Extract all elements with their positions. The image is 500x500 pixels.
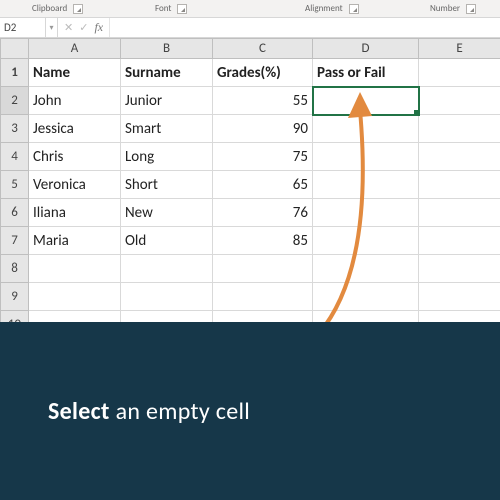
row-header[interactable]: 2 — [1, 87, 29, 115]
spreadsheet: A B C D E 1 Name Surname Grades(%) Pass … — [0, 38, 500, 339]
cell[interactable] — [313, 255, 419, 283]
dialog-launcher-icon[interactable] — [177, 4, 187, 14]
ribbon-group-clipboard: Clipboard — [32, 3, 83, 14]
cell[interactable]: Chris — [29, 143, 121, 171]
instruction-text: an empty cell — [116, 397, 250, 426]
cell[interactable] — [419, 227, 500, 255]
formula-bar-buttons: ✕ ✓ fx — [58, 18, 110, 37]
cell[interactable] — [419, 171, 500, 199]
cell[interactable] — [419, 199, 500, 227]
cell[interactable] — [313, 115, 419, 143]
cell[interactable]: Smart — [121, 115, 213, 143]
name-box[interactable]: D2 — [0, 18, 46, 37]
cell[interactable]: Long — [121, 143, 213, 171]
cell[interactable] — [313, 227, 419, 255]
cell[interactable] — [313, 199, 419, 227]
cell[interactable]: Pass or Fail — [313, 59, 419, 87]
row-header[interactable]: 6 — [1, 199, 29, 227]
instruction-bold: Select — [48, 397, 110, 426]
row-header[interactable]: 5 — [1, 171, 29, 199]
cell[interactable]: 55 — [213, 87, 313, 115]
cell[interactable] — [419, 283, 500, 311]
cell[interactable]: 75 — [213, 143, 313, 171]
cell[interactable] — [419, 59, 500, 87]
dialog-launcher-icon[interactable] — [466, 4, 476, 14]
cell[interactable] — [213, 283, 313, 311]
cell[interactable]: 85 — [213, 227, 313, 255]
row-header[interactable]: 4 — [1, 143, 29, 171]
cell[interactable]: Maria — [29, 227, 121, 255]
cell[interactable] — [121, 255, 213, 283]
select-all-corner[interactable] — [1, 39, 29, 59]
fx-icon[interactable]: fx — [94, 20, 103, 35]
col-header-E[interactable]: E — [419, 39, 500, 59]
dialog-launcher-icon[interactable] — [73, 4, 83, 14]
table-row: 2 John Junior 55 — [1, 87, 500, 115]
table-row: 7 Maria Old 85 — [1, 227, 500, 255]
cell[interactable]: Junior — [121, 87, 213, 115]
formula-bar: D2 ▾ ✕ ✓ fx — [0, 18, 500, 38]
cell[interactable]: Veronica — [29, 171, 121, 199]
ribbon-group-label: Font — [155, 3, 171, 14]
cell[interactable] — [313, 143, 419, 171]
name-box-dropdown-icon[interactable]: ▾ — [46, 18, 58, 37]
dialog-launcher-icon[interactable] — [349, 4, 359, 14]
enter-icon[interactable]: ✓ — [79, 21, 88, 34]
cell[interactable]: 65 — [213, 171, 313, 199]
col-header-C[interactable]: C — [213, 39, 313, 59]
cell[interactable] — [419, 115, 500, 143]
ribbon-group-label: Clipboard — [32, 3, 67, 14]
col-header-B[interactable]: B — [121, 39, 213, 59]
col-header-D[interactable]: D — [313, 39, 419, 59]
cell[interactable]: New — [121, 199, 213, 227]
cell[interactable]: John — [29, 87, 121, 115]
ribbon-group-alignment: Alignment — [305, 3, 359, 14]
instruction-panel: Select an empty cell — [0, 322, 500, 500]
cell[interactable]: Jessica — [29, 115, 121, 143]
ribbon-group-number: Number — [430, 3, 476, 14]
table-row: 4 Chris Long 75 — [1, 143, 500, 171]
cell[interactable] — [313, 283, 419, 311]
cell[interactable] — [121, 283, 213, 311]
cell[interactable] — [29, 283, 121, 311]
cell[interactable] — [213, 255, 313, 283]
cell[interactable] — [419, 143, 500, 171]
cell[interactable]: Name — [29, 59, 121, 87]
grid-table: A B C D E 1 Name Surname Grades(%) Pass … — [0, 38, 500, 339]
cell[interactable]: Grades(%) — [213, 59, 313, 87]
table-row: 8 — [1, 255, 500, 283]
table-row: 9 — [1, 283, 500, 311]
cell[interactable] — [313, 171, 419, 199]
row-header[interactable]: 3 — [1, 115, 29, 143]
cell[interactable]: Iliana — [29, 199, 121, 227]
col-header-A[interactable]: A — [29, 39, 121, 59]
cell[interactable]: Surname — [121, 59, 213, 87]
cell[interactable] — [419, 87, 500, 115]
cell[interactable] — [419, 255, 500, 283]
ribbon-group-label: Number — [430, 3, 460, 14]
formula-input[interactable] — [110, 18, 500, 37]
cancel-icon[interactable]: ✕ — [64, 21, 73, 34]
row-header[interactable]: 9 — [1, 283, 29, 311]
cell[interactable]: 90 — [213, 115, 313, 143]
table-row: 1 Name Surname Grades(%) Pass or Fail — [1, 59, 500, 87]
row-header[interactable]: 7 — [1, 227, 29, 255]
ribbon-group-font: Font — [155, 3, 187, 14]
cell[interactable]: Old — [121, 227, 213, 255]
table-row: 6 Iliana New 76 — [1, 199, 500, 227]
row-header[interactable]: 1 — [1, 59, 29, 87]
ribbon-group-strip: Clipboard Font Alignment Number — [0, 0, 500, 18]
table-row: 5 Veronica Short 65 — [1, 171, 500, 199]
column-header-row: A B C D E — [1, 39, 500, 59]
table-row: 3 Jessica Smart 90 — [1, 115, 500, 143]
cell[interactable]: 76 — [213, 199, 313, 227]
cell[interactable] — [29, 255, 121, 283]
cell-D2-selected[interactable] — [313, 87, 419, 115]
cell[interactable]: Short — [121, 171, 213, 199]
ribbon-group-label: Alignment — [305, 3, 343, 14]
row-header[interactable]: 8 — [1, 255, 29, 283]
